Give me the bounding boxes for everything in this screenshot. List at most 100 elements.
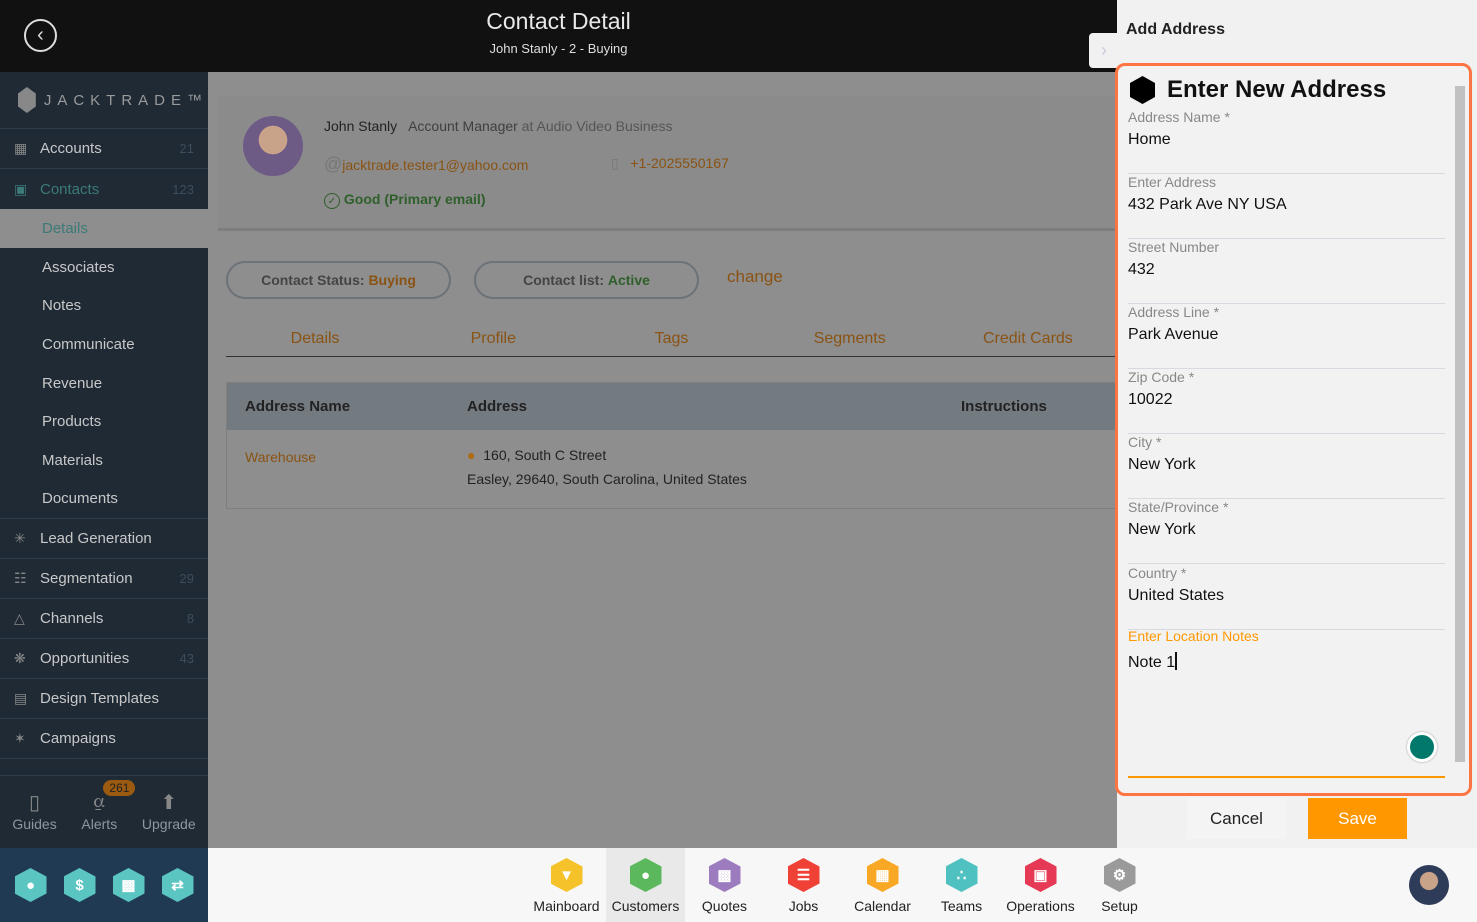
contact-email[interactable]: jacktrade.tester1@yahoo.com [342, 157, 528, 173]
street-number-field[interactable]: Street Number 432 [1128, 239, 1445, 304]
tab-segments[interactable]: Segments [761, 322, 939, 356]
address-name[interactable]: Wareh­ouse [245, 449, 316, 465]
customers-icon: ● [629, 858, 662, 892]
label: Contact Status: [261, 272, 365, 288]
sidebar-item-campaigns[interactable]: ✶ Campaigns [0, 719, 208, 759]
guides-button[interactable]: ▯ Guides [12, 790, 56, 848]
teams-icon: ∴ [945, 858, 978, 892]
upgrade-button[interactable]: ⬆ Upgrade [142, 790, 196, 848]
sidebar-sub-documents[interactable]: Documents [0, 480, 208, 519]
tab-tags[interactable]: Tags [582, 322, 760, 356]
contact-role: Account Manager [408, 118, 518, 134]
app-setup[interactable]: ⚙ Setup [1080, 848, 1159, 922]
quotes-icon: ▩ [708, 858, 741, 892]
sidebar-item-design-templates[interactable]: ▤ Design Templates [0, 679, 208, 719]
count: 29 [179, 570, 194, 586]
app-calendar[interactable]: ▦ Calendar [843, 848, 922, 922]
sidebar-item-channels[interactable]: △ Channels 8 [0, 599, 208, 639]
label: Enter Location Notes [1128, 628, 1259, 644]
sidebar-item-opportunities[interactable]: ❋ Opportunities 43 [0, 639, 208, 679]
count: 8 [186, 610, 194, 626]
page-title: Contact Detail [486, 8, 631, 34]
logo-icon [18, 87, 36, 113]
contact-phone[interactable]: +1-2025550167 [630, 155, 729, 171]
sidebar-sub-materials[interactable]: Materials [0, 441, 208, 480]
collapse-panel-button[interactable]: › [1089, 33, 1119, 68]
contact-list-pill[interactable]: Contact list: Active [474, 261, 699, 299]
sidebar-sub-associates[interactable]: Associates [0, 248, 208, 287]
table-row[interactable]: Wareh­ouse ● 160, South C Street Easley,… [227, 430, 1116, 509]
label: Alerts [81, 816, 118, 832]
enter-address-field[interactable]: Enter Address 432 Park Ave NY USA [1128, 174, 1445, 239]
sidebar-sub-revenue[interactable]: Revenue [0, 364, 208, 403]
user-app-icon[interactable]: ● [14, 868, 47, 902]
quick-apps: ● $ ▩ ⇄ [0, 848, 208, 922]
sidebar-sub-products[interactable]: Products [0, 402, 208, 441]
zip-code-field[interactable]: Zip Code * 10022 [1128, 369, 1445, 434]
value: 432 Park Ave NY USA [1128, 196, 1287, 213]
label: Setup [1101, 898, 1138, 914]
alerts-button[interactable]: 261 ⍶ Alerts [81, 780, 136, 848]
workflow-app-icon[interactable]: ⇄ [161, 868, 194, 902]
label: Street Number [1128, 239, 1220, 255]
building-icon: ▦ [14, 140, 28, 156]
sidebar-sub-details[interactable]: Details [0, 209, 208, 248]
email-status-text: Good (Primary email) [343, 191, 486, 207]
save-button[interactable]: Save [1308, 798, 1407, 839]
sidebar-item-contacts[interactable]: ▣ Contacts 123 [0, 169, 208, 209]
location-notes-textarea[interactable]: Enter Location Notes Note 1 [1128, 628, 1445, 778]
contact-company: at Audio Video Business [521, 118, 673, 134]
tab-details[interactable]: Details [226, 322, 404, 356]
logo-text: JACKTRADE™ [43, 91, 208, 109]
sidebar: JACKTRADE™ ▦ Accounts 21 ▣ Contacts 123 Deta… [0, 72, 208, 848]
col-instructions: Instructions [961, 398, 1047, 415]
change-link[interactable]: change [727, 267, 783, 287]
scrollbar[interactable] [1455, 86, 1465, 762]
dollar-app-icon[interactable]: $ [63, 868, 96, 902]
app-customers[interactable]: ● Customers [606, 848, 685, 922]
country-field[interactable]: Country * United States [1128, 565, 1445, 630]
grammar-assistant-icon[interactable] [1407, 732, 1437, 762]
app-quotes[interactable]: ▩ Quotes [685, 848, 764, 922]
label: Opportunities [40, 649, 130, 667]
cancel-button[interactable]: Cancel [1187, 798, 1286, 839]
address-line2: Easley, 29640, South Carolina, United St… [467, 471, 747, 487]
app-jobs[interactable]: ☰ Jobs [764, 848, 843, 922]
label: Channels [40, 609, 104, 627]
label: Country * [1128, 565, 1187, 581]
state-field[interactable]: State/Province * New York [1128, 499, 1445, 564]
label: Lead Generation [40, 529, 152, 547]
col-address: Address [467, 398, 528, 415]
user-avatar[interactable] [1409, 865, 1449, 905]
sidebar-item-segmentation[interactable]: ☷ Segmentation 29 [0, 559, 208, 599]
sidebar-sub-communicate[interactable]: Communicate [0, 325, 208, 364]
value: Buying [368, 272, 416, 288]
label: Zip Code * [1128, 369, 1195, 385]
text-caret [1175, 652, 1178, 670]
sidebar-item-lead-generation[interactable]: ✳ Lead Generation [0, 519, 208, 559]
book-icon: ▯ [29, 792, 41, 814]
label: Segmentation [40, 569, 133, 587]
address-name-field[interactable]: Address Name * Home [1128, 109, 1445, 174]
sidebar-item-accounts[interactable]: ▦ Accounts 21 [0, 129, 208, 169]
label: Quotes [701, 898, 748, 914]
contact-status-pill[interactable]: Contact Status: Buying [226, 261, 451, 299]
sidebar-sub-notes[interactable]: Notes [0, 286, 208, 325]
value: Home [1128, 131, 1171, 148]
app-teams[interactable]: ∴ Teams [922, 848, 1001, 922]
address-table: Address Name Address Instructions Wareh­… [226, 382, 1117, 509]
phone-icon: ▯ [611, 155, 619, 171]
at-icon: @ [324, 154, 343, 174]
address-line-field[interactable]: Address Line * Park Avenue [1128, 304, 1445, 369]
contact-name-line: John Stanly Account Manager at Audio Vid… [324, 118, 672, 134]
contact-phone-line: ▯ +1-2025550167 [611, 155, 729, 172]
tab-credit-cards[interactable]: Credit Cards [939, 322, 1117, 356]
app-mainboard[interactable]: ▼ Mainboard [527, 848, 606, 922]
money-app-icon[interactable]: ▩ [112, 868, 145, 902]
city-field[interactable]: City * New York [1128, 434, 1445, 499]
page-subtitle: John Stanly - 2 - Buying [489, 41, 628, 56]
logo: JACKTRADE™ [0, 72, 208, 129]
app-operations[interactable]: ▣ Operations [1001, 848, 1080, 922]
tab-profile[interactable]: Profile [404, 322, 582, 356]
calendar-icon: ▦ [866, 858, 899, 892]
